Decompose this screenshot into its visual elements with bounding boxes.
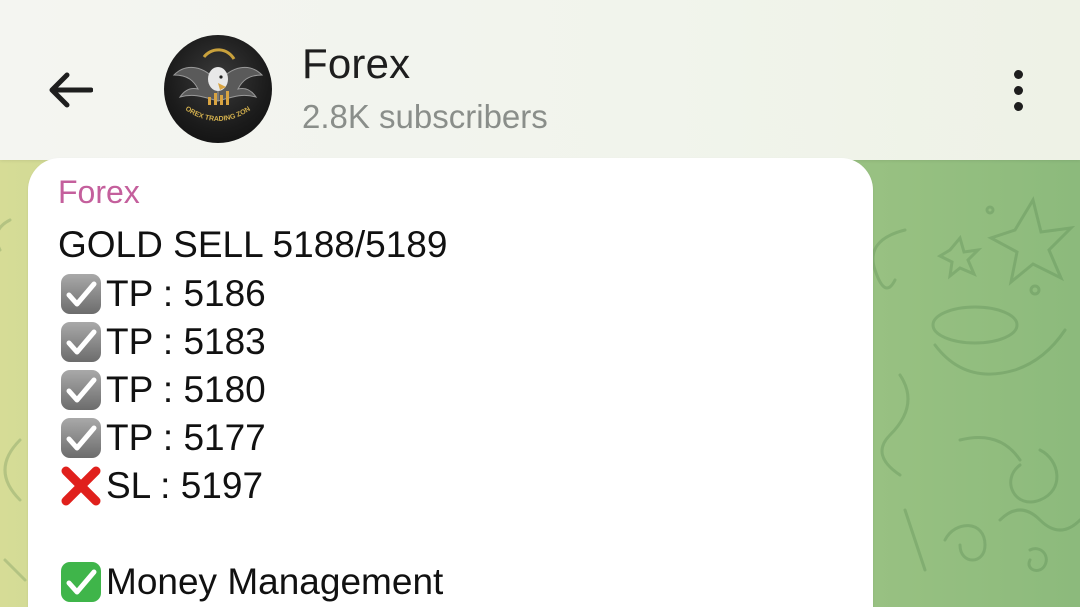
take-profit-line: TP : 5186 xyxy=(58,271,266,317)
more-options-button[interactable] xyxy=(992,62,1044,118)
kebab-dot xyxy=(1013,85,1023,95)
kebab-dot xyxy=(1013,69,1023,79)
money-management-label: Money Management xyxy=(106,561,444,602)
check-box-icon xyxy=(61,322,101,362)
stop-loss-label: SL : 5197 xyxy=(106,465,264,506)
take-profit-line: TP : 5180 xyxy=(58,367,266,413)
green-check-icon xyxy=(61,562,101,602)
check-box-icon xyxy=(61,274,101,314)
money-management-line: Money Management xyxy=(58,559,443,605)
channel-header: FOREX TRADING ZONE Forex 2.8K subscriber… xyxy=(0,0,1080,160)
eagle-logo-icon: FOREX TRADING ZONE xyxy=(164,35,264,123)
back-arrow-icon xyxy=(49,72,93,108)
take-profit-label: TP : 5186 xyxy=(106,273,266,314)
channel-title[interactable]: Forex xyxy=(302,40,410,88)
check-box-icon xyxy=(61,418,101,458)
take-profit-line: TP : 5177 xyxy=(58,415,266,461)
back-button[interactable] xyxy=(36,60,104,120)
message-sender[interactable]: Forex xyxy=(58,174,140,211)
take-profit-label: TP : 5183 xyxy=(106,321,266,362)
take-profit-label: TP : 5180 xyxy=(106,369,266,410)
signal-headline: GOLD SELL 5188/5189 xyxy=(58,224,447,266)
kebab-dot xyxy=(1013,101,1023,111)
take-profit-line: TP : 5183 xyxy=(58,319,266,365)
stop-loss-line: SL : 5197 xyxy=(58,463,263,509)
headline-text: GOLD SELL 5188/5189 xyxy=(58,224,448,265)
take-profit-label: TP : 5177 xyxy=(106,417,266,458)
check-box-icon xyxy=(61,370,101,410)
channel-avatar[interactable]: FOREX TRADING ZONE xyxy=(164,35,272,143)
message-bubble[interactable]: Forex GOLD SELL 5188/5189 TP : 5186 TP :… xyxy=(28,158,873,607)
subscriber-count: 2.8K subscribers xyxy=(302,98,548,135)
cross-mark-icon xyxy=(61,466,101,506)
